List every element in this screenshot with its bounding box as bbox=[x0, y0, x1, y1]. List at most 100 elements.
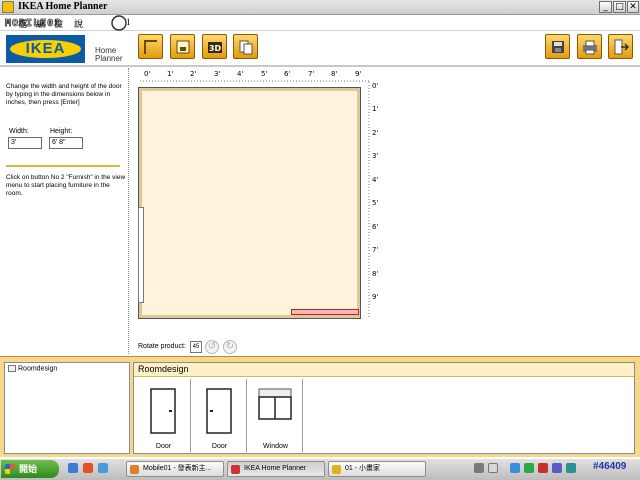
window-title: IKEA Home Planner bbox=[18, 1, 108, 12]
ruler-tick-v2: 2' bbox=[372, 129, 379, 137]
ruler-tick-v8: 8' bbox=[372, 270, 379, 278]
ruler-tick-h5: 5' bbox=[261, 70, 268, 78]
ikea-app-icon bbox=[231, 465, 240, 474]
ruler-tick-h9: 9' bbox=[355, 70, 362, 78]
tray-app-icon[interactable] bbox=[524, 463, 534, 473]
keyboard-icon[interactable] bbox=[474, 463, 484, 473]
rotate-cw-button[interactable]: ↻ bbox=[223, 340, 237, 354]
room-canvas[interactable] bbox=[138, 87, 361, 319]
task-label: Mobile01 - 發表新主... bbox=[143, 465, 212, 472]
room-door-left[interactable] bbox=[138, 207, 144, 303]
height-input[interactable]: 6' 8" bbox=[49, 137, 83, 149]
catalog-title: Roomdesign bbox=[134, 363, 634, 377]
width-input[interactable]: 3' bbox=[8, 137, 42, 149]
product-label: Window bbox=[263, 443, 288, 450]
draw-room-button[interactable] bbox=[138, 34, 163, 59]
product-door-1[interactable]: Door bbox=[136, 379, 191, 452]
print-icon bbox=[583, 40, 597, 55]
ie-icon[interactable] bbox=[68, 463, 78, 473]
view-3d-button[interactable]: 3D bbox=[202, 34, 227, 59]
folder-icon bbox=[8, 365, 16, 372]
horizontal-ruler: 0' 1' 2' 3' 4' 5' 6' 7' 8' 9' bbox=[140, 70, 370, 82]
height-label: Height: bbox=[50, 128, 73, 135]
ruler-tick-h3: 3' bbox=[214, 70, 221, 78]
panel-separator bbox=[128, 68, 129, 354]
task-label: 01 - 小畫家 bbox=[345, 465, 381, 472]
watermark-text: MOBILE01 bbox=[5, 18, 61, 29]
ruler-tick-v7: 7' bbox=[372, 246, 379, 254]
rotate-product-label: Rotate product: bbox=[138, 343, 186, 350]
view-3d-label: 3D bbox=[209, 44, 222, 53]
draw-room-icon bbox=[144, 40, 157, 54]
firefox-icon bbox=[130, 465, 139, 474]
furnish-icon bbox=[176, 40, 190, 54]
help-icon[interactable] bbox=[488, 463, 498, 473]
ruler-tick-h0: 0' bbox=[144, 70, 151, 78]
task-paint[interactable]: 01 - 小畫家 bbox=[328, 461, 426, 477]
ruler-tick-h4: 4' bbox=[237, 70, 244, 78]
print-button[interactable] bbox=[577, 34, 602, 59]
list-button[interactable] bbox=[233, 34, 258, 59]
tree-item-roomdesign[interactable]: Roomdesign bbox=[8, 365, 57, 372]
ruler-tick-v3: 3' bbox=[372, 152, 379, 160]
room-door-selected[interactable] bbox=[291, 309, 359, 315]
logo-text: IKEA bbox=[10, 40, 81, 58]
product-label: Door bbox=[155, 443, 172, 450]
rotate-angle-field[interactable]: 45 bbox=[190, 341, 202, 353]
network-icon[interactable] bbox=[510, 463, 520, 473]
ruler-tick-h6: 6' bbox=[284, 70, 291, 78]
product-window[interactable]: Window bbox=[248, 379, 303, 452]
quick-launch-icon[interactable] bbox=[98, 463, 108, 473]
save-icon bbox=[552, 41, 564, 53]
task-mobile01[interactable]: Mobile01 - 發表新主... bbox=[126, 461, 224, 477]
mobile01-watermark: MOBILE01 bbox=[5, 15, 127, 31]
ruler-tick-h1: 1' bbox=[167, 70, 174, 78]
width-label: Width: bbox=[9, 128, 29, 135]
tray-volume-icon[interactable] bbox=[552, 463, 562, 473]
close-button[interactable]: ✕ bbox=[627, 1, 639, 13]
list-icon bbox=[239, 40, 253, 55]
door-instructions: Change the width and height of the door … bbox=[6, 83, 122, 106]
ruler-tick-v0: 0' bbox=[372, 82, 379, 90]
browser-icon[interactable] bbox=[83, 463, 93, 473]
product-catalog: Roomdesign Door Door Window bbox=[133, 362, 635, 454]
ruler-tick-h7: 7' bbox=[308, 70, 315, 78]
door-icon bbox=[206, 388, 232, 434]
vertical-ruler: 0' 1' 2' 3' 4' 5' 6' 7' 8' 9' bbox=[368, 82, 384, 318]
windows-logo-icon bbox=[5, 464, 15, 474]
ruler-tick-v1: 1' bbox=[372, 105, 379, 113]
app-icon bbox=[2, 1, 14, 13]
exit-icon bbox=[614, 39, 630, 55]
tray-messenger-icon[interactable] bbox=[566, 463, 576, 473]
exit-button[interactable] bbox=[608, 34, 633, 59]
product-door-2[interactable]: Door bbox=[192, 379, 247, 452]
ruler-tick-h8: 8' bbox=[331, 70, 338, 78]
ruler-tick-v9: 9' bbox=[372, 293, 379, 301]
paint-icon bbox=[332, 465, 341, 474]
maximize-button[interactable]: □ bbox=[613, 1, 626, 13]
ruler-tick-v6: 6' bbox=[372, 223, 379, 231]
task-label: IKEA Home Planner bbox=[244, 465, 307, 472]
door-icon bbox=[150, 388, 176, 434]
furnish-tip: Click on button No 2 "Furnish" in the vi… bbox=[6, 174, 126, 197]
tray-security-icon[interactable] bbox=[538, 463, 548, 473]
minimize-button[interactable]: _ bbox=[599, 1, 612, 13]
properties-panel bbox=[0, 68, 128, 354]
title-bar[interactable]: IKEA Home Planner _ □ ✕ bbox=[0, 0, 640, 15]
window-icon bbox=[258, 388, 292, 420]
app-subtitle: Home Planner bbox=[95, 46, 123, 63]
category-tree: Roomdesign bbox=[4, 362, 130, 454]
view-3d-icon: 3D bbox=[208, 42, 222, 53]
save-button[interactable] bbox=[545, 34, 570, 59]
rotate-ccw-button[interactable]: ↺ bbox=[205, 340, 219, 354]
ruler-tick-h2: 2' bbox=[190, 70, 197, 78]
ikea-logo: IKEA bbox=[6, 35, 85, 63]
panel-divider bbox=[6, 165, 120, 167]
product-label: Door bbox=[211, 443, 228, 450]
tree-item-label: Roomdesign bbox=[18, 365, 58, 373]
ruler-tick-v4: 4' bbox=[372, 176, 379, 184]
taskbar-clock: #46409 bbox=[593, 461, 627, 472]
task-ikea-home-planner[interactable]: IKEA Home Planner bbox=[227, 461, 325, 477]
furnish-button[interactable] bbox=[170, 34, 195, 59]
ruler-tick-v5: 5' bbox=[372, 199, 379, 207]
